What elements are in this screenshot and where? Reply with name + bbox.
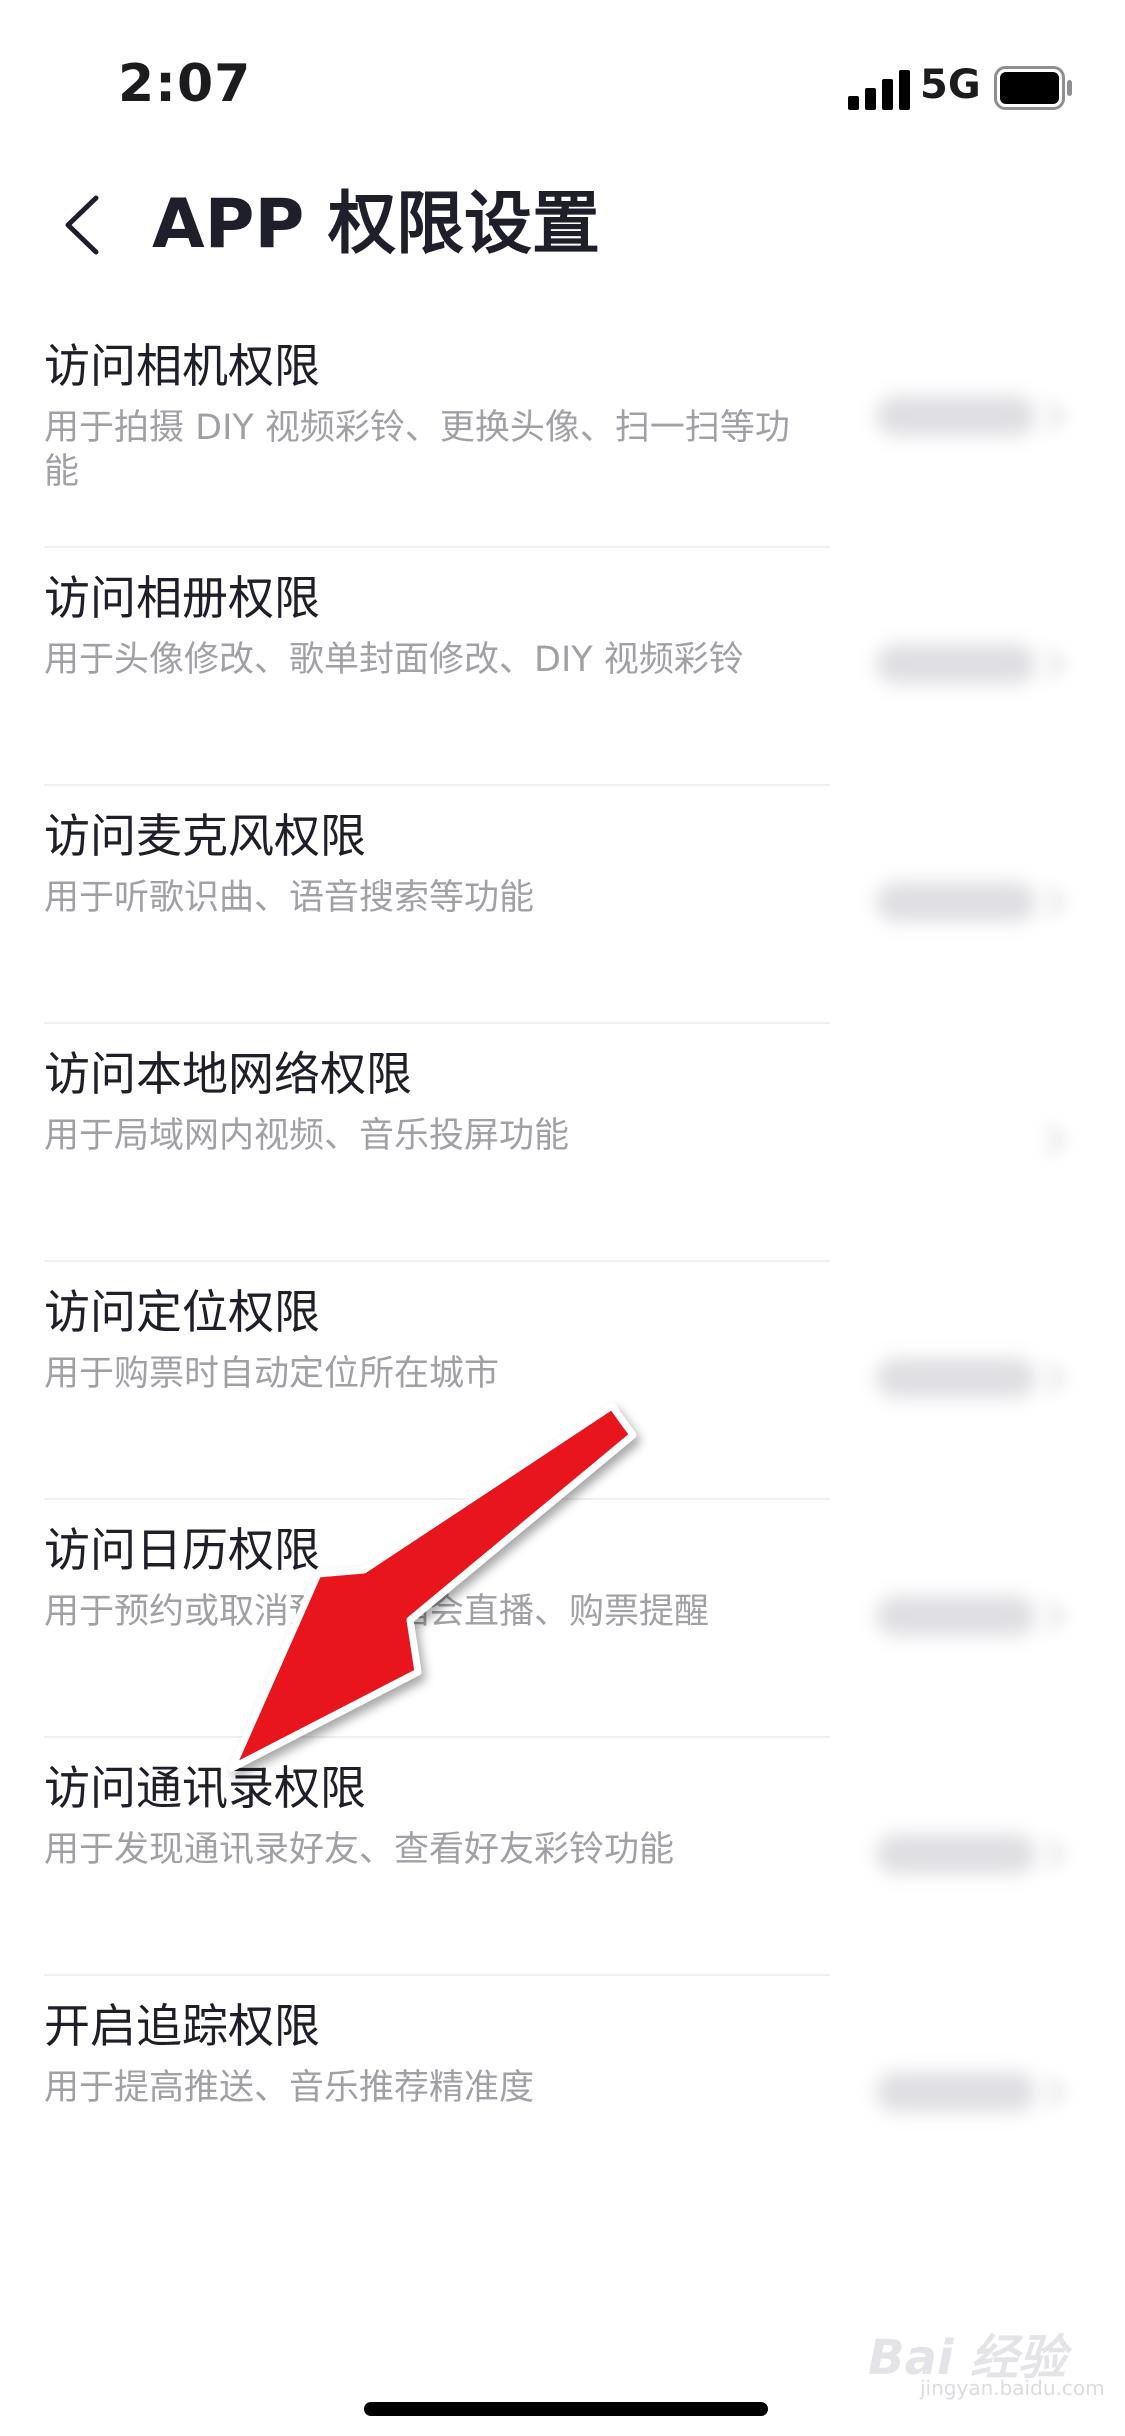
chevron-right-icon (1046, 2076, 1065, 2108)
permission-description: 用于发现通讯录好友、查看好友彩铃功能 (44, 1830, 675, 1870)
permission-status-value (876, 1358, 1036, 1398)
permission-description: 用于头像修改、歌单封面修改、DIY 视频彩铃 (44, 640, 744, 680)
chevron-right-icon (1046, 1124, 1065, 1156)
page-title: APP 权限设置 (152, 185, 600, 264)
permission-description: 用于拍摄 DIY 视频彩铃、更换头像、扫一扫等功能 (44, 408, 790, 492)
network-type: 5G (920, 62, 981, 108)
chevron-right-icon (1046, 1362, 1065, 1394)
permission-item-camera[interactable]: 访问相机权限 用于拍摄 DIY 视频彩铃、更换头像、扫一扫等功能 (0, 316, 1125, 548)
permission-status-value (876, 644, 1036, 684)
home-indicator[interactable] (364, 2402, 768, 2416)
permission-description: 用于购票时自动定位所在城市 (44, 1354, 500, 1394)
permission-description: 用于局域网内视频、音乐投屏功能 (44, 1116, 570, 1156)
chevron-right-icon (1046, 1838, 1065, 1870)
permission-item-album[interactable]: 访问相册权限 用于头像修改、歌单封面修改、DIY 视频彩铃 (0, 548, 1125, 786)
chevron-right-icon (1046, 648, 1065, 680)
navigation-bar: APP 权限设置 (0, 160, 1125, 290)
permission-title: 访问相机权限 (44, 339, 320, 393)
back-button[interactable] (50, 180, 130, 270)
permission-status-value (876, 1834, 1036, 1874)
permission-list: 访问相机权限 用于拍摄 DIY 视频彩铃、更换头像、扫一扫等功能 访问相册权限 … (0, 316, 1125, 2214)
baidu-jingyan-watermark: Bai 经验 jingyan.baidu.com (860, 2300, 1105, 2410)
permission-title: 访问相册权限 (44, 571, 320, 625)
chevron-right-icon (1046, 400, 1065, 432)
signal-icon (848, 70, 910, 110)
permission-title: 访问通讯录权限 (44, 1761, 366, 1815)
chevron-right-icon (1046, 1600, 1065, 1632)
permission-item-calendar[interactable]: 访问日历权限 用于预约或取消预约演唱会直播、购票提醒 (0, 1500, 1125, 1738)
permission-item-location[interactable]: 访问定位权限 用于购票时自动定位所在城市 (0, 1262, 1125, 1500)
permission-title: 访问麦克风权限 (44, 809, 366, 863)
permission-title: 访问日历权限 (44, 1523, 320, 1577)
permission-item-contacts[interactable]: 访问通讯录权限 用于发现通讯录好友、查看好友彩铃功能 (0, 1738, 1125, 1976)
permission-status-value (876, 396, 1036, 436)
permission-item-tracking[interactable]: 开启追踪权限 用于提高推送、音乐推荐精准度 (0, 1976, 1125, 2214)
permission-status-value (876, 882, 1036, 922)
status-time: 2:07 (118, 54, 252, 114)
chevron-right-icon (1046, 886, 1065, 918)
chevron-left-icon (65, 195, 99, 255)
permission-status-value (876, 1596, 1036, 1636)
permission-description: 用于听歌识曲、语音搜索等功能 (44, 878, 535, 918)
permission-item-local-network[interactable]: 访问本地网络权限 用于局域网内视频、音乐投屏功能 (0, 1024, 1125, 1262)
permission-item-microphone[interactable]: 访问麦克风权限 用于听歌识曲、语音搜索等功能 (0, 786, 1125, 1024)
battery-icon (994, 66, 1072, 110)
permission-title: 开启追踪权限 (44, 1999, 320, 2053)
status-bar: 2:07 5G (0, 0, 1125, 150)
permission-status-value (876, 2072, 1036, 2112)
permission-title: 访问定位权限 (44, 1285, 320, 1339)
permission-description: 用于提高推送、音乐推荐精准度 (44, 2068, 535, 2108)
permission-title: 访问本地网络权限 (44, 1047, 412, 1101)
permission-description: 用于预约或取消预约演唱会直播、购票提醒 (44, 1592, 710, 1632)
watermark-url: jingyan.baidu.com (920, 2376, 1105, 2400)
